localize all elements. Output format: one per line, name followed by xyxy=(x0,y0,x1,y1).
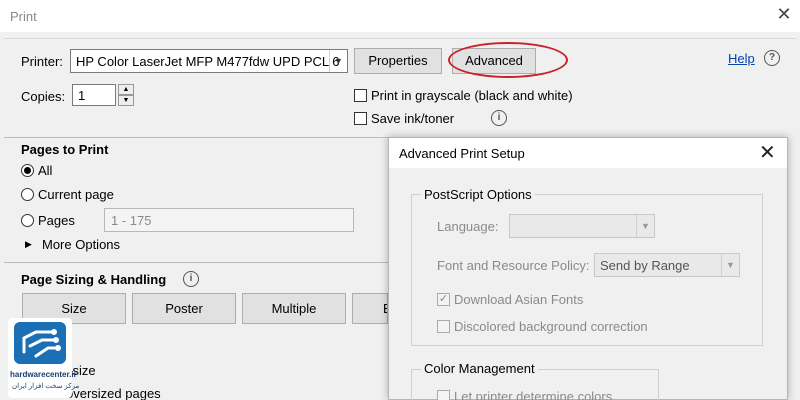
copies-down-icon[interactable]: ▼ xyxy=(118,95,134,106)
printer-label: Printer: xyxy=(21,54,63,69)
grayscale-checkbox[interactable] xyxy=(354,89,367,102)
radio-all[interactable] xyxy=(21,164,34,177)
save-ink-info-icon[interactable]: i xyxy=(491,110,507,126)
language-select[interactable]: ▼ xyxy=(509,214,655,238)
divider xyxy=(4,137,388,138)
font-policy-value: Send by Range xyxy=(600,258,690,273)
save-ink-checkbox[interactable] xyxy=(354,112,367,125)
postscript-options-title: PostScript Options xyxy=(421,187,535,202)
printer-select[interactable]: HP Color LaserJet MFP M477fdw UPD PCL 6 … xyxy=(70,49,348,73)
divider xyxy=(4,262,388,263)
shrink-oversized-label: oversized pages xyxy=(66,386,161,400)
watermark-brand: hardwarecenter.ir xyxy=(10,370,77,379)
radio-all-label: All xyxy=(38,163,53,178)
color-management-title: Color Management xyxy=(421,361,538,376)
help-link[interactable]: Help xyxy=(728,51,755,66)
advanced-print-setup-dialog: Advanced Print Setup ✕ PostScript Option… xyxy=(388,137,788,400)
download-asian-checkbox[interactable]: ✓ xyxy=(437,293,450,306)
page-sizing-title: Page Sizing & Handling xyxy=(21,272,167,287)
copies-value: 1 xyxy=(78,88,86,103)
font-policy-label: Font and Resource Policy: xyxy=(437,258,590,273)
pages-to-print-title: Pages to Print xyxy=(21,142,109,157)
radio-current-page[interactable] xyxy=(21,188,34,201)
page-sizing-info-icon[interactable]: i xyxy=(183,271,199,287)
help-info-icon[interactable]: ? xyxy=(764,50,780,66)
radio-pages[interactable] xyxy=(21,214,34,227)
download-asian-label: Download Asian Fonts xyxy=(454,292,584,307)
booklet-button[interactable]: B xyxy=(352,293,388,324)
multiple-button[interactable]: Multiple xyxy=(242,293,346,324)
copies-up-icon[interactable]: ▲ xyxy=(118,84,134,95)
close-icon[interactable]: ✕ xyxy=(774,4,794,26)
chevron-down-icon: ▼ xyxy=(329,50,347,72)
font-policy-select[interactable]: Send by Range ▼ xyxy=(594,253,740,277)
watermark-sub: مرکز سخت افزار ایران xyxy=(12,383,80,390)
radio-pages-label: Pages xyxy=(38,213,75,228)
grayscale-label: Print in grayscale (black and white) xyxy=(371,88,573,103)
expand-triangle-icon[interactable]: ▶ xyxy=(25,239,32,250)
dialog-title: Advanced Print Setup xyxy=(399,146,525,161)
poster-button[interactable]: Poster xyxy=(132,293,236,324)
window-titlebar: Print ✕ xyxy=(0,0,800,32)
printer-select-value: HP Color LaserJet MFP M477fdw UPD PCL 6 xyxy=(76,54,340,69)
close-icon[interactable]: ✕ xyxy=(759,140,776,165)
more-options-label[interactable]: More Options xyxy=(42,237,120,252)
chevron-down-icon: ▼ xyxy=(721,254,739,276)
pages-range-input[interactable]: 1 - 175 xyxy=(104,208,354,232)
save-ink-label: Save ink/toner xyxy=(371,111,455,126)
window-title: Print xyxy=(10,9,37,24)
chevron-down-icon: ▼ xyxy=(636,215,654,237)
let-printer-label: Let printer determine colors xyxy=(454,389,613,400)
pages-range-value: 1 - 175 xyxy=(111,213,152,228)
copies-input[interactable]: 1 xyxy=(72,84,116,106)
discolored-label: Discolored background correction xyxy=(454,319,648,334)
copies-label: Copies: xyxy=(21,89,66,104)
properties-button[interactable]: Properties xyxy=(354,48,442,74)
radio-current-label: Current page xyxy=(38,187,114,202)
discolored-checkbox[interactable] xyxy=(437,320,450,333)
circuit-logo-icon xyxy=(14,322,66,364)
language-label: Language: xyxy=(437,219,499,234)
annotation-highlight-oval xyxy=(448,42,568,78)
dialog-titlebar: Advanced Print Setup ✕ xyxy=(389,138,787,168)
hardwarecenter-logo: hardwarecenter.ir مرکز سخت افزار ایران xyxy=(8,318,79,398)
let-printer-checkbox[interactable] xyxy=(437,390,450,400)
